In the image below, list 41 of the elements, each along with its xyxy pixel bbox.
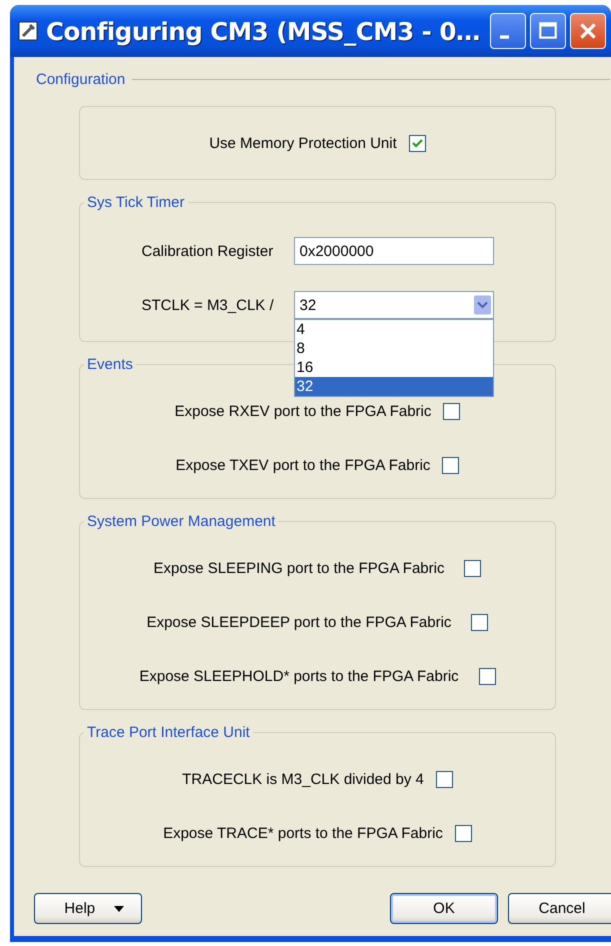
checkbox[interactable]	[471, 614, 488, 630]
dropdown-option[interactable]: 32	[294, 377, 492, 396]
minimize-icon	[500, 35, 510, 39]
ok-button[interactable]: OK	[390, 893, 498, 924]
checkbox[interactable]	[454, 824, 472, 842]
checkbox[interactable]	[436, 770, 453, 788]
checkbox-label: Expose SLEEPDEEP port to the FPGA Fabric	[146, 614, 452, 630]
wrench-icon	[18, 21, 38, 41]
dropdown-option[interactable]: 16	[294, 358, 492, 377]
checkbox[interactable]	[408, 134, 426, 152]
group-legend: Events	[84, 356, 136, 373]
dropdown-option[interactable]: 8	[294, 339, 492, 358]
caret-icon	[114, 906, 124, 912]
help-button[interactable]: Help	[34, 893, 142, 924]
checkbox[interactable]	[478, 668, 496, 684]
checkbox-label: Expose TRACE* ports to the FPGA Fabric	[163, 824, 443, 842]
checkbox-label: Use Memory Protection Unit	[209, 134, 397, 152]
section-legend: Configuration	[33, 71, 128, 88]
dropdown[interactable]: 32	[294, 291, 494, 319]
group-legend: System Power Management	[84, 513, 278, 530]
checkbox-label: Expose SLEEPING port to the FPGA Fabric	[154, 560, 444, 576]
input-field[interactable]: 0x2000000	[294, 237, 494, 265]
checkmark-icon	[410, 136, 424, 150]
checkbox-label: TRACECLK is M3_CLK divided by 4	[182, 770, 424, 788]
field-label: Calibration Register	[142, 242, 274, 260]
checkbox[interactable]	[442, 456, 460, 474]
field-label: STCLK = M3_CLK /	[142, 296, 274, 314]
group-legend: Trace Port Interface Unit	[84, 724, 253, 741]
window-title: Configuring CM3 (MSS_CM3 - 0…	[46, 16, 480, 46]
checkbox-label: Expose RXEV port to the FPGA Fabric	[174, 402, 432, 420]
checkbox[interactable]	[464, 560, 482, 576]
checkbox[interactable]	[443, 402, 460, 420]
close-button[interactable]	[570, 13, 606, 49]
checkbox-label: Expose SLEEPHOLD* ports to the FPGA Fabric	[139, 668, 459, 684]
minimize-button[interactable]	[490, 13, 526, 49]
dropdown-option[interactable]: 4	[294, 320, 492, 339]
chevron-down-icon	[474, 294, 490, 316]
cancel-button[interactable]: Cancel	[508, 893, 611, 924]
checkbox-label: Expose TXEV port to the FPGA Fabric	[176, 456, 430, 474]
group-legend: Sys Tick Timer	[84, 194, 188, 211]
maximize-button[interactable]	[530, 13, 566, 49]
